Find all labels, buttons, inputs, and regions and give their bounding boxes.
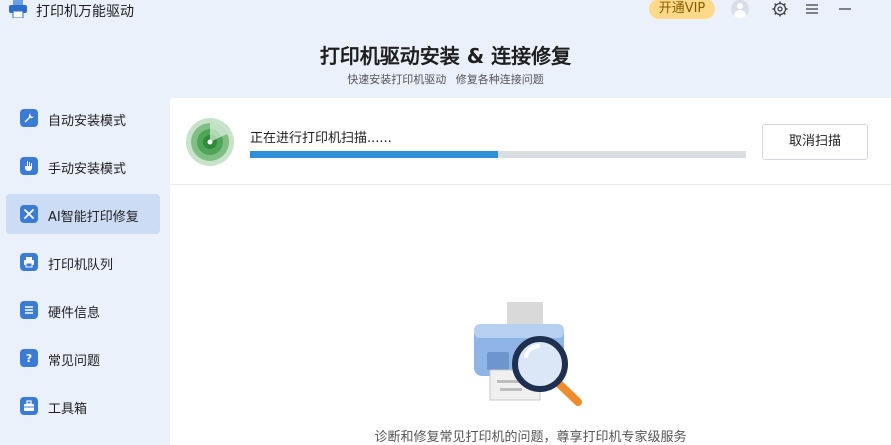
- printer-logo-icon: [9, 0, 27, 18]
- minimize-icon[interactable]: [836, 0, 854, 18]
- scan-status-bar: 正在进行打印机扫描...... 取消扫描: [170, 98, 891, 185]
- sidebar-item-label: 硬件信息: [48, 306, 101, 321]
- printer-magnifier-illustration: [474, 302, 582, 406]
- main-panel: 正在进行打印机扫描...... 取消扫描 诊断和修复常见打印机的问题，尊享打印机…: [170, 98, 891, 445]
- sidebar-item-label: 工具箱: [48, 402, 88, 417]
- sidebar-item-label: 手动安装模式: [48, 162, 127, 177]
- sidebar-item-hardware-info[interactable]: 硬件信息: [6, 290, 160, 330]
- printer-icon: [20, 253, 38, 271]
- sidebar-item-label: AI智能打印修复: [48, 210, 139, 225]
- footer-description: 诊断和修复常见打印机的问题，尊享打印机专家级服务: [374, 430, 687, 445]
- sidebar-item-label: 常见问题: [48, 354, 101, 369]
- svg-text:?: ?: [26, 352, 32, 364]
- sidebar-item-printer-queue[interactable]: 打印机队列: [6, 242, 160, 282]
- radar-scan-icon: [186, 118, 234, 166]
- page-title: 打印机驱动安装 & 连接修复: [319, 44, 572, 68]
- sidebar-item-label: 自动安装模式: [48, 114, 127, 129]
- title-bar: 打印机万能驱动 开通VIP: [0, 0, 891, 20]
- app-title: 打印机万能驱动: [36, 4, 134, 20]
- scan-progress-bar: [250, 151, 746, 158]
- sidebar-item-label: 打印机队列: [48, 258, 114, 273]
- list-icon: [20, 301, 38, 319]
- scan-status-text: 正在进行打印机扫描......: [250, 131, 392, 146]
- sidebar-item-manual-install[interactable]: 手动安装模式: [6, 146, 160, 186]
- toolbox-icon: [20, 397, 38, 415]
- menu-icon[interactable]: [803, 0, 821, 18]
- sidebar-item-toolbox[interactable]: 工具箱: [6, 386, 160, 426]
- question-icon: ?: [20, 349, 38, 367]
- sidebar-item-auto-install[interactable]: 自动安装模式: [6, 98, 160, 138]
- sidebar-item-ai-repair[interactable]: AI智能打印修复: [6, 194, 160, 234]
- avatar-icon[interactable]: [731, 0, 749, 18]
- gear-icon[interactable]: [771, 0, 789, 18]
- wrench-icon: [20, 109, 38, 127]
- page-subtitle: 快速安装打印机驱动 修复各种连接问题: [347, 73, 544, 86]
- cancel-scan-button[interactable]: 取消扫描: [762, 124, 868, 160]
- vip-button[interactable]: 开通VIP: [649, 0, 715, 19]
- sidebar-item-faq[interactable]: ? 常见问题: [6, 338, 160, 378]
- scan-progress-fill: [250, 151, 498, 158]
- tools-icon: [20, 205, 38, 223]
- sidebar: 自动安装模式 手动安装模式 AI智能打印修复 打印机队列 硬件信息 ? 常见问题: [0, 98, 170, 445]
- hand-icon: [20, 157, 38, 175]
